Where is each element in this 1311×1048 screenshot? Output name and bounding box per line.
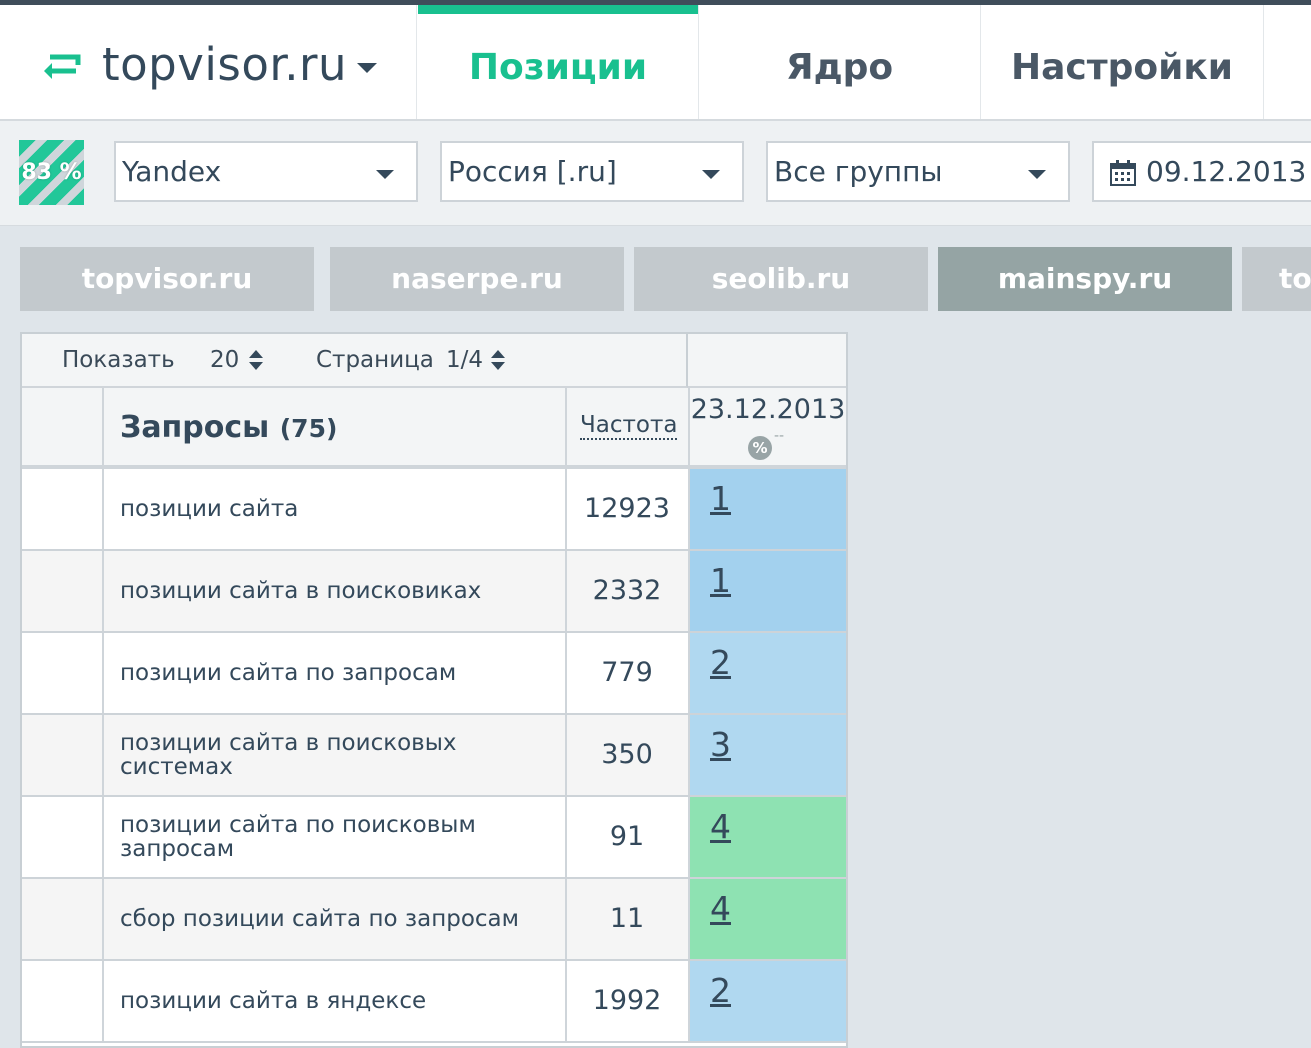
frequency-value: 1992: [592, 985, 662, 1016]
back-icon[interactable]: [40, 51, 82, 79]
percent-badge[interactable]: 83 %: [19, 140, 84, 205]
sort-arrows-icon[interactable]: [491, 350, 505, 370]
region-select[interactable]: Россия [.ru]: [440, 141, 744, 202]
query-text: позиции сайта в яндексе: [120, 988, 427, 1014]
tab-core[interactable]: Ядро: [699, 5, 981, 119]
calendar-icon: [1110, 160, 1136, 186]
table-row[interactable]: позиции сайта по запросам 779 2: [22, 633, 846, 715]
positions-table: Показать 20 Страница 1/4 Запросы (75) Ча…: [20, 332, 848, 1048]
show-count-value[interactable]: 20: [210, 334, 239, 386]
position-cell: 2: [690, 961, 846, 1041]
query-text: сбор позиции сайта по запросам: [120, 906, 519, 932]
date-range-picker[interactable]: 09.12.2013 –: [1092, 141, 1311, 202]
percent-icon[interactable]: %: [748, 436, 772, 460]
table-controls: Показать 20 Страница 1/4: [22, 334, 688, 388]
query-text: позиции сайта в поисковиках: [120, 578, 482, 604]
chevron-down-icon[interactable]: [357, 63, 377, 73]
queries-count: (75): [279, 414, 338, 443]
competitor-tab[interactable]: seolib.ru: [634, 247, 928, 311]
position-cell: 3: [690, 715, 846, 795]
region-value: Россия [.ru]: [448, 155, 617, 188]
position-cell: 2: [690, 633, 846, 713]
chevron-down-icon: [1028, 170, 1046, 179]
query-text: позиции сайта: [120, 496, 299, 522]
column-divider: [102, 633, 104, 713]
frequency-value: 779: [601, 657, 653, 688]
column-divider: [102, 388, 104, 465]
sort-arrows-icon[interactable]: [249, 350, 263, 370]
groups-select[interactable]: Все группы: [766, 141, 1070, 202]
date-column-top: [688, 334, 846, 388]
search-engine-select[interactable]: Yandex: [114, 141, 418, 202]
table-row[interactable]: позиции сайта в яндексе 1992 2: [22, 961, 846, 1043]
frequency-header[interactable]: Частота: [580, 412, 678, 440]
position-link[interactable]: 4: [710, 889, 731, 928]
competitor-tab-active[interactable]: mainspy.ru: [938, 247, 1232, 311]
project-selector[interactable]: topvisor.ru: [0, 5, 417, 119]
frequency-value: 12923: [584, 493, 670, 524]
tab-positions[interactable]: Позиции: [418, 5, 699, 119]
position-link[interactable]: 1: [710, 479, 731, 518]
query-text: позиции сайта по запросам: [120, 660, 457, 686]
page-label: Страница: [316, 347, 434, 373]
position-link[interactable]: 3: [710, 725, 731, 764]
tab-settings[interactable]: Настройки: [981, 5, 1264, 119]
date-range-value: 09.12.2013 –: [1146, 155, 1311, 188]
column-divider: [102, 879, 104, 959]
table-row[interactable]: сбор позиции сайта по запросам 11 4: [22, 879, 846, 961]
position-cell: 4: [690, 797, 846, 877]
frequency-value: 91: [609, 821, 645, 852]
position-link[interactable]: 2: [710, 643, 731, 682]
column-divider: [102, 715, 104, 795]
date-header[interactable]: 23.12.2013: [690, 394, 846, 425]
chevron-down-icon: [376, 170, 394, 179]
queries-header-label: Запросы: [120, 410, 270, 445]
position-cell: 1: [690, 469, 846, 549]
competitor-tab[interactable]: topvisor.ru: [20, 247, 314, 311]
table-row[interactable]: позиции сайта по поисковым запросам 91 4: [22, 797, 846, 879]
frequency-value: 2332: [592, 575, 662, 606]
chevron-down-icon: [702, 170, 720, 179]
frequency-value: 11: [609, 903, 645, 934]
position-link[interactable]: 4: [710, 807, 731, 846]
filter-toolbar: 83 % Yandex Россия [.ru] Все группы 09.1…: [0, 121, 1311, 226]
table-row[interactable]: позиции сайта в поисковых системах 350 3: [22, 715, 846, 797]
position-cell: 4: [690, 879, 846, 959]
search-engine-value: Yandex: [122, 155, 222, 188]
column-divider: [565, 388, 567, 465]
column-divider: [102, 961, 104, 1041]
queries-header[interactable]: Запросы (75): [120, 388, 337, 469]
table-row[interactable]: позиции сайта в поисковиках 2332 1: [22, 551, 846, 633]
table-row[interactable]: позиции сайта 12923 1: [22, 469, 846, 551]
position-cell: 1: [690, 551, 846, 631]
frequency-value: 350: [601, 739, 653, 770]
page-value[interactable]: 1/4: [446, 334, 483, 386]
position-link[interactable]: 2: [710, 971, 731, 1010]
query-text: позиции сайта по поисковым запросам: [120, 812, 476, 862]
competitor-tab[interactable]: topvisor.ru: [1242, 247, 1311, 311]
column-divider: [102, 551, 104, 631]
table-header-row: Запросы (75) Частота 23.12.2013 % --: [22, 388, 846, 469]
show-label: Показать: [62, 347, 175, 373]
percent-value: --: [774, 428, 785, 444]
column-divider: [102, 797, 104, 877]
project-name[interactable]: topvisor.ru: [102, 35, 347, 95]
groups-value: Все группы: [774, 155, 943, 188]
position-link[interactable]: 1: [710, 561, 731, 600]
query-text: позиции сайта в поисковых системах: [120, 730, 457, 780]
app-header: topvisor.ru Позиции Ядро Настройки: [0, 5, 1311, 121]
column-divider: [102, 469, 104, 549]
competitor-tab[interactable]: naserpe.ru: [330, 247, 624, 311]
